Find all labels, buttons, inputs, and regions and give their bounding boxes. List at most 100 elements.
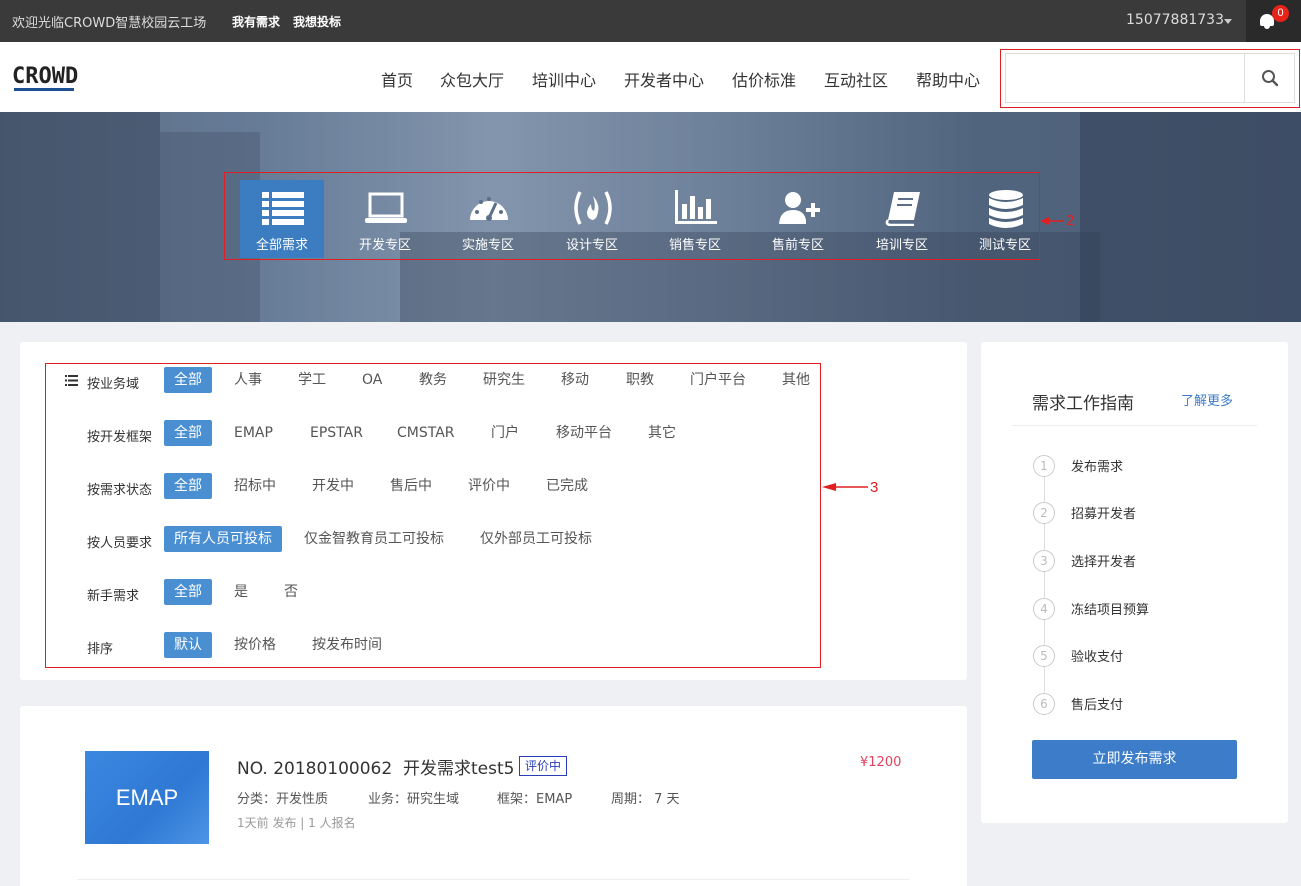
filter-staff-all[interactable]: 所有人员可投标 [164, 526, 282, 552]
filter-status-all[interactable]: 全部 [164, 473, 212, 499]
sort-default[interactable]: 默认 [164, 632, 212, 658]
top-bar: 欢迎光临CROWD智慧校园云工场 我有需求 我想投标 15077881733 0 [0, 0, 1301, 42]
nav-item-home[interactable]: 首页 [381, 67, 413, 91]
step-number: 4 [1033, 598, 1055, 620]
step-label: 冻结项目预算 [1071, 603, 1150, 618]
project-thumbnail[interactable]: EMAP [85, 751, 209, 844]
search-input[interactable] [1005, 53, 1295, 103]
category-label: 测试专区 [978, 238, 1031, 253]
nav-item-help[interactable]: 帮助中心 [916, 67, 980, 91]
filter-framework-option[interactable]: 其它 [648, 420, 676, 446]
category-dev[interactable]: 开发专区 [343, 180, 427, 258]
guide-title: 需求工作指南 [1032, 394, 1134, 414]
logo[interactable]: CROWD [12, 64, 78, 89]
filter-framework-option[interactable]: EPSTAR [310, 420, 363, 446]
filter-business-option[interactable]: 研究生 [483, 367, 525, 393]
nav-item-developer[interactable]: 开发者中心 [624, 67, 704, 91]
filter-framework-option[interactable]: 门户 [491, 420, 519, 446]
sort-option[interactable]: 按价格 [234, 632, 276, 658]
filter-status-option[interactable]: 招标中 [234, 473, 276, 499]
notification-button[interactable]: 0 [1246, 0, 1301, 42]
annotation-label-3: 3 [870, 479, 879, 496]
category-design[interactable]: 设计专区 [550, 180, 634, 258]
category-label: 全部需求 [255, 238, 308, 253]
project-framework: 框架：EMAP [497, 792, 573, 807]
search-button[interactable] [1244, 54, 1294, 102]
category-label: 培训专区 [875, 238, 928, 253]
user-plus-icon [779, 192, 820, 224]
category-implement[interactable]: 实施专区 [446, 180, 530, 258]
status-badge: 评价中 [519, 756, 568, 776]
search-icon [1262, 70, 1279, 87]
filter-framework-all[interactable]: 全部 [164, 420, 212, 446]
sort-option[interactable]: 按发布时间 [312, 632, 382, 658]
project-category: 分类：开发性质 [237, 792, 329, 807]
annotation-label-2: 2 [1066, 212, 1075, 229]
annotation-box-3 [45, 363, 821, 668]
step-number: 6 [1033, 693, 1055, 715]
filter-business-option[interactable]: 其他 [782, 367, 810, 393]
filter-framework-option[interactable]: CMSTAR [397, 420, 455, 446]
category-test[interactable]: 测试专区 [963, 180, 1047, 258]
step-label: 验收支付 [1071, 650, 1124, 665]
i-have-need-link[interactable]: 我有需求 [232, 13, 280, 30]
notification-badge: 0 [1272, 5, 1289, 22]
step-label: 发布需求 [1071, 460, 1124, 475]
nav-item-estimate[interactable]: 估价标准 [732, 67, 796, 91]
nav-item-training[interactable]: 培训中心 [532, 67, 596, 91]
category-sales[interactable]: 销售专区 [653, 180, 737, 258]
category-label: 设计专区 [565, 238, 618, 253]
logo-underline [14, 88, 74, 91]
nav-item-community[interactable]: 互动社区 [824, 67, 888, 91]
guide-more-link[interactable]: 了解更多 [1181, 390, 1233, 409]
filter-newbie-option[interactable]: 否 [284, 579, 298, 605]
filter-newbie-option[interactable]: 是 [234, 579, 248, 605]
i-want-bid-link[interactable]: 我想投标 [293, 13, 341, 30]
filter-list-icon [65, 375, 78, 386]
filter-business-option[interactable]: 门户平台 [690, 367, 746, 393]
user-phone-menu[interactable]: 15077881733 [1126, 12, 1224, 28]
filter-business-option[interactable]: 人事 [234, 367, 262, 393]
filter-newbie-all[interactable]: 全部 [164, 579, 212, 605]
project-meta: 1天前 发布 | 1 人报名 [237, 816, 356, 830]
book-icon [885, 192, 920, 226]
filter-business-option[interactable]: 学工 [298, 367, 326, 393]
filter-status-option[interactable]: 开发中 [312, 473, 354, 499]
step-number: 2 [1033, 502, 1055, 524]
filter-status-option[interactable]: 已完成 [546, 473, 588, 499]
filter-framework-option[interactable]: EMAP [234, 420, 273, 446]
annotation-arrow-2 [1040, 217, 1064, 225]
category-label: 销售专区 [668, 238, 721, 253]
step-label: 选择开发者 [1071, 555, 1137, 570]
filter-framework-option[interactable]: 移动平台 [556, 420, 612, 446]
divider [77, 879, 909, 880]
step-number: 5 [1033, 645, 1055, 667]
category-training[interactable]: 培训专区 [860, 180, 944, 258]
step-number: 1 [1033, 455, 1055, 477]
filter-business-option[interactable]: 教务 [419, 367, 447, 393]
laptop-icon [365, 192, 407, 223]
filter-business-all[interactable]: 全部 [164, 367, 212, 393]
project-title-link[interactable]: NO. 20180100062 开发需求test5 [237, 754, 514, 779]
step-label: 招募开发者 [1071, 507, 1137, 522]
filter-status-option[interactable]: 评价中 [468, 473, 510, 499]
publish-need-button[interactable]: 立即发布需求 [1032, 740, 1237, 779]
category-all[interactable]: 全部需求 [240, 180, 324, 258]
dashboard-icon [470, 197, 508, 221]
filter-business-option[interactable]: 移动 [561, 367, 589, 393]
filter-staff-option[interactable]: 仅外部员工可投标 [480, 526, 592, 552]
filter-business-option[interactable]: 职教 [626, 367, 654, 393]
annotation-arrow-3 [822, 483, 868, 491]
nav-item-crowd-hall[interactable]: 众包大厅 [440, 67, 504, 91]
filter-staff-option[interactable]: 仅金智教育员工可投标 [304, 526, 444, 552]
filter-status-option[interactable]: 售后中 [390, 473, 432, 499]
filter-business-option[interactable]: OA [362, 367, 382, 393]
fire-code-icon [574, 191, 612, 225]
filter-label-framework: 按开发框架 [87, 430, 153, 445]
project-business: 业务：研究生域 [368, 792, 460, 807]
chevron-down-icon[interactable] [1224, 19, 1232, 24]
category-presale[interactable]: 售前专区 [756, 180, 840, 258]
filter-label-staff: 按人员要求 [87, 536, 153, 551]
filter-label-business: 按业务域 [87, 377, 140, 392]
category-label: 开发专区 [358, 238, 411, 253]
